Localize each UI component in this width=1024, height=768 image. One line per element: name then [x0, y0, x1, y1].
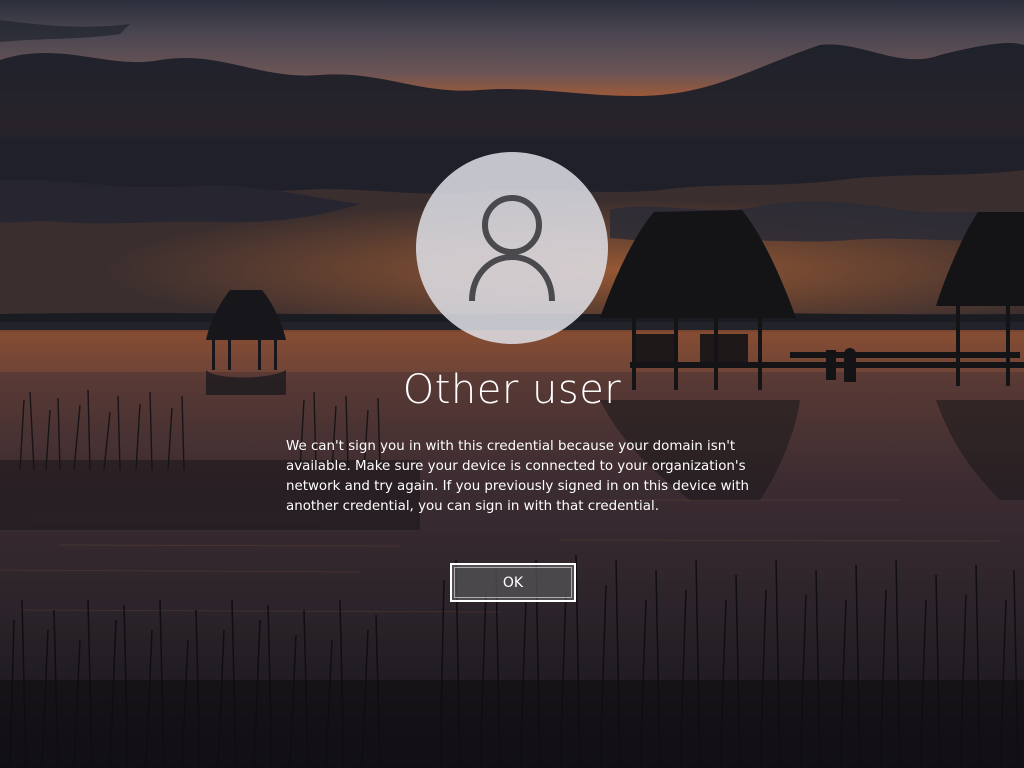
ok-button-label: OK	[454, 567, 572, 598]
ok-button[interactable]: OK	[450, 563, 576, 602]
user-name: Other user	[402, 367, 622, 413]
user-icon	[469, 195, 555, 302]
error-message: We can't sign you in with this credentia…	[286, 439, 750, 514]
windows-lock-screen: Other user We can't sign you in with thi…	[0, 0, 1024, 768]
user-avatar	[416, 152, 608, 344]
